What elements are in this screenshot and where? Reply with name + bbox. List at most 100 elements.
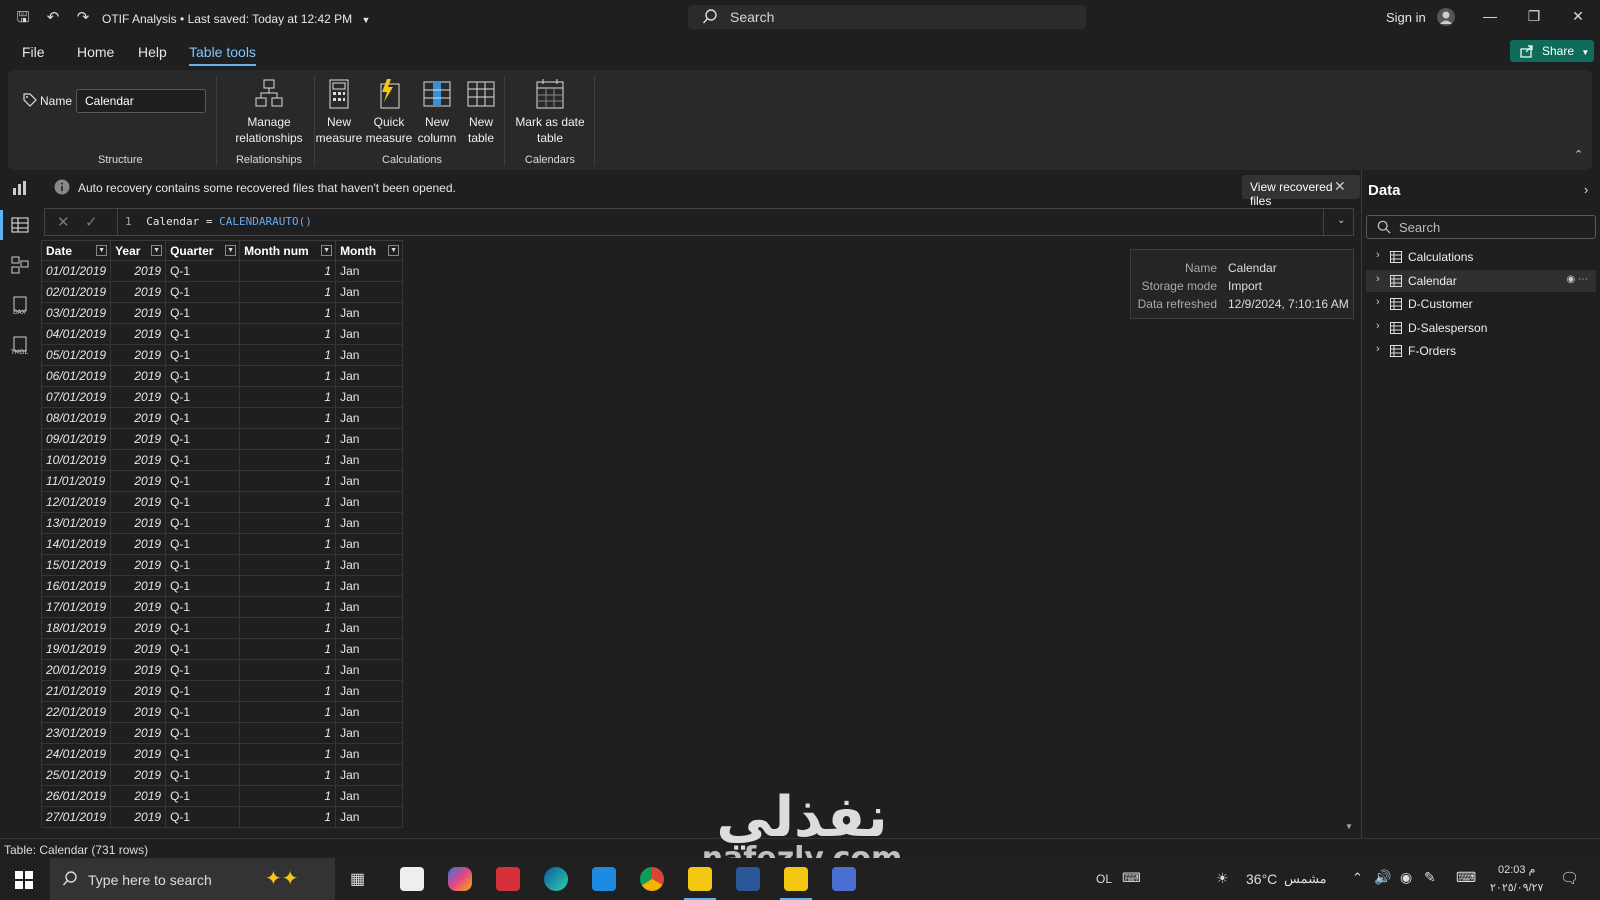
cell-date[interactable]: 21/01/2019: [41, 680, 112, 702]
cell-month[interactable]: Jan: [335, 785, 404, 807]
cell-month-num[interactable]: 1: [239, 407, 337, 429]
cell-month-num[interactable]: 1: [239, 596, 337, 618]
cell-year[interactable]: 2019: [110, 302, 167, 324]
cell-date[interactable]: 05/01/2019: [41, 344, 112, 366]
table-row[interactable]: 23/01/2019 2019 Q-1 1 Jan: [41, 722, 404, 744]
cell-year[interactable]: 2019: [110, 491, 167, 513]
cell-month-num[interactable]: 1: [239, 365, 337, 387]
windows-start-icon[interactable]: [15, 871, 33, 889]
column-header-quarter[interactable]: Quarter ▼: [165, 240, 241, 261]
table-row[interactable]: 04/01/2019 2019 Q-1 1 Jan: [41, 323, 404, 345]
cell-date[interactable]: 25/01/2019: [41, 764, 112, 786]
cell-quarter[interactable]: Q-1: [165, 743, 241, 765]
cell-month[interactable]: Jan: [335, 743, 404, 765]
cell-month-num[interactable]: 1: [239, 617, 337, 639]
cell-quarter[interactable]: Q-1: [165, 680, 241, 702]
cell-year[interactable]: 2019: [110, 722, 167, 744]
cell-quarter[interactable]: Q-1: [165, 533, 241, 555]
table-row[interactable]: 18/01/2019 2019 Q-1 1 Jan: [41, 617, 404, 639]
table-row[interactable]: 03/01/2019 2019 Q-1 1 Jan: [41, 302, 404, 324]
cell-month-num[interactable]: 1: [239, 533, 337, 555]
cell-year[interactable]: 2019: [110, 617, 167, 639]
cell-date[interactable]: 03/01/2019: [41, 302, 112, 324]
cell-quarter[interactable]: Q-1: [165, 806, 241, 828]
cell-month[interactable]: Jan: [335, 680, 404, 702]
cell-date[interactable]: 12/01/2019: [41, 491, 112, 513]
cell-year[interactable]: 2019: [110, 659, 167, 681]
cell-month[interactable]: Jan: [335, 533, 404, 555]
cell-month-num[interactable]: 1: [239, 470, 337, 492]
collapse-ribbon-icon[interactable]: ⌃: [1574, 148, 1583, 161]
cell-month[interactable]: Jan: [335, 554, 404, 576]
taskbar-search-input[interactable]: Type here to search ✦✦: [50, 858, 335, 900]
share-button[interactable]: Share ▼: [1510, 40, 1594, 62]
keyboard-icon[interactable]: ⌨: [1456, 869, 1476, 886]
table-item[interactable]: › D-Customer: [1366, 293, 1596, 315]
cell-month-num[interactable]: 1: [239, 323, 337, 345]
table-name-input[interactable]: [76, 89, 206, 113]
table-row[interactable]: 07/01/2019 2019 Q-1 1 Jan: [41, 386, 404, 408]
cell-year[interactable]: 2019: [110, 323, 167, 345]
table-view-icon[interactable]: [10, 215, 30, 235]
cell-year[interactable]: 2019: [110, 281, 167, 303]
chevron-right-icon[interactable]: ›: [1584, 182, 1588, 197]
cell-quarter[interactable]: Q-1: [165, 722, 241, 744]
cell-month[interactable]: Jan: [335, 365, 404, 387]
cell-quarter[interactable]: Q-1: [165, 554, 241, 576]
weather-temperature[interactable]: 36°C: [1246, 871, 1277, 887]
notifications-icon[interactable]: 🗨: [1560, 869, 1579, 887]
cell-month[interactable]: Jan: [335, 638, 404, 660]
ime-indicator[interactable]: OL: [1096, 872, 1112, 886]
new-measure-button[interactable]: New measure: [314, 78, 364, 146]
new-column-button[interactable]: New column: [414, 78, 460, 146]
cell-month-num[interactable]: 1: [239, 449, 337, 471]
cell-quarter[interactable]: Q-1: [165, 596, 241, 618]
table-item[interactable]: › Calendar ◉ ⋯: [1366, 269, 1596, 292]
cell-quarter[interactable]: Q-1: [165, 260, 241, 282]
chevron-up-icon[interactable]: ⌃: [1352, 870, 1363, 886]
menu-file[interactable]: File: [22, 44, 45, 60]
cell-date[interactable]: 15/01/2019: [41, 554, 112, 576]
table-row[interactable]: 27/01/2019 2019 Q-1 1 Jan: [41, 806, 404, 828]
cell-quarter[interactable]: Q-1: [165, 428, 241, 450]
cell-year[interactable]: 2019: [110, 428, 167, 450]
table-row[interactable]: 26/01/2019 2019 Q-1 1 Jan: [41, 785, 404, 807]
save-icon[interactable]: 🖫: [14, 9, 32, 27]
cell-quarter[interactable]: Q-1: [165, 449, 241, 471]
cell-date[interactable]: 20/01/2019: [41, 659, 112, 681]
filter-dropdown-icon[interactable]: ▼: [225, 245, 237, 256]
cell-quarter[interactable]: Q-1: [165, 701, 241, 723]
filter-dropdown-icon[interactable]: ▼: [96, 245, 108, 256]
cell-quarter[interactable]: Q-1: [165, 365, 241, 387]
cell-month[interactable]: Jan: [335, 659, 404, 681]
cell-year[interactable]: 2019: [110, 596, 167, 618]
redo-icon[interactable]: ↷: [74, 9, 92, 27]
file-explorer-icon[interactable]: [688, 867, 712, 891]
table-row[interactable]: 17/01/2019 2019 Q-1 1 Jan: [41, 596, 404, 618]
cell-date[interactable]: 18/01/2019: [41, 617, 112, 639]
cell-month[interactable]: Jan: [335, 764, 404, 786]
cell-year[interactable]: 2019: [110, 470, 167, 492]
table-row[interactable]: 21/01/2019 2019 Q-1 1 Jan: [41, 680, 404, 702]
cell-date[interactable]: 16/01/2019: [41, 575, 112, 597]
scroll-down-icon[interactable]: ▼: [1345, 822, 1353, 831]
task-view-icon[interactable]: ▦: [350, 869, 365, 889]
data-search-input[interactable]: Search: [1366, 215, 1596, 239]
cell-month[interactable]: Jan: [335, 281, 404, 303]
expand-formula-icon[interactable]: ⌄: [1337, 215, 1345, 226]
data-grid[interactable]: Date ▼ Year ▼ Quarter ▼ Month num ▼ Month ▼ 0…: [41, 240, 409, 838]
volume-icon[interactable]: 🔊: [1374, 869, 1391, 886]
chevron-right-icon[interactable]: ›: [1376, 249, 1380, 261]
cell-year[interactable]: 2019: [110, 554, 167, 576]
cell-month-num[interactable]: 1: [239, 554, 337, 576]
cell-month[interactable]: Jan: [335, 302, 404, 324]
cell-date[interactable]: 19/01/2019: [41, 638, 112, 660]
cell-date[interactable]: 10/01/2019: [41, 449, 112, 471]
chrome-icon[interactable]: [640, 867, 664, 891]
cell-year[interactable]: 2019: [110, 386, 167, 408]
cell-date[interactable]: 02/01/2019: [41, 281, 112, 303]
cell-month-num[interactable]: 1: [239, 722, 337, 744]
table-row[interactable]: 10/01/2019 2019 Q-1 1 Jan: [41, 449, 404, 471]
cell-date[interactable]: 14/01/2019: [41, 533, 112, 555]
cell-month-num[interactable]: 1: [239, 491, 337, 513]
